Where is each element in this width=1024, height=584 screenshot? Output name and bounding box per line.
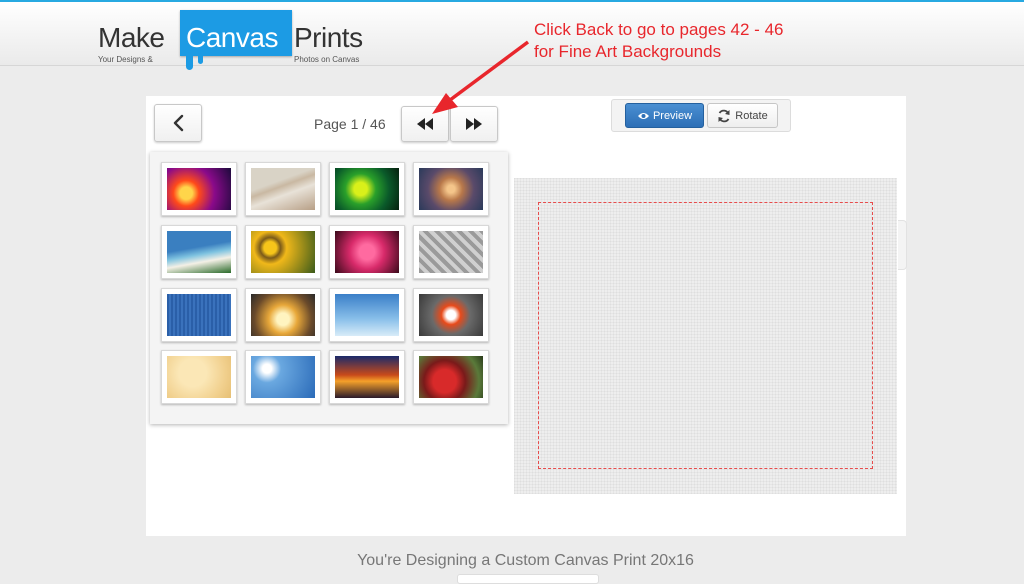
thumbnail-image [419, 356, 483, 398]
thumbnail-image [167, 294, 231, 336]
thumb-sun-clouds[interactable] [245, 350, 321, 404]
thumbnail-image [419, 168, 483, 210]
logo-make-text: Make [98, 22, 165, 53]
thumbnail-image [251, 356, 315, 398]
thumbnail-image [167, 231, 231, 273]
thumb-splash-ball[interactable] [413, 288, 489, 342]
page-indicator: Page 1 / 46 [314, 116, 386, 132]
safe-zone-guide [538, 202, 873, 469]
site-header: Make Canvas Prints Your Designs & Photos… [0, 0, 1024, 70]
refresh-icon [718, 109, 730, 122]
thumbnail-image [167, 168, 231, 210]
fast-forward-button[interactable] [450, 106, 498, 142]
thumb-blue-denim[interactable] [161, 288, 237, 342]
thumb-swirl[interactable] [413, 162, 489, 216]
thumb-sunflowers[interactable] [245, 225, 321, 279]
thumb-abstract-light[interactable] [161, 162, 237, 216]
thumbnail-image [251, 168, 315, 210]
preview-button[interactable]: Preview [625, 103, 704, 128]
fast-forward-icon [466, 118, 482, 130]
chevron-left-icon [173, 114, 184, 132]
thumb-tropical-beach[interactable] [161, 225, 237, 279]
thumb-diamond-plate[interactable] [413, 225, 489, 279]
thumb-red-car[interactable] [413, 350, 489, 404]
logo-drip [186, 54, 193, 70]
logo-drip [198, 54, 203, 64]
thumbnail-image [419, 294, 483, 336]
logo-prints-text: Prints [294, 22, 363, 53]
thumb-sunset[interactable] [329, 350, 405, 404]
rotate-label: Rotate [735, 109, 768, 122]
thumbnail-image [419, 231, 483, 273]
side-panel-tab[interactable] [898, 220, 907, 270]
thumbnail-image [251, 231, 315, 273]
thumbnail-image [335, 356, 399, 398]
fast-backward-icon [417, 118, 433, 130]
thumbnail-image [335, 168, 399, 210]
logo-tagline-right: Photos on Canvas [294, 55, 360, 64]
background-gallery [150, 152, 508, 424]
rewind-button[interactable] [401, 106, 449, 142]
logo-tagline-left: Your Designs & [98, 55, 153, 64]
thumb-heart-hands[interactable] [245, 288, 321, 342]
thumbnail-image [167, 356, 231, 398]
rotate-button[interactable]: Rotate [707, 103, 778, 128]
thumb-beach-shore[interactable] [245, 162, 321, 216]
thumb-parchment[interactable] [161, 350, 237, 404]
logo[interactable]: Make Canvas Prints Your Designs & Photos… [98, 10, 368, 72]
design-status-text: You're Designing a Custom Canvas Print 2… [357, 552, 694, 569]
annotation-line-2: for Fine Art Backgrounds [534, 42, 722, 61]
annotation-callout: Click Back to go to pages 42 - 46 for Fi… [534, 19, 783, 63]
thumb-green-mosaic[interactable] [329, 162, 405, 216]
thumbnail-image [335, 231, 399, 273]
back-button[interactable] [154, 104, 202, 142]
thumb-pink-hearts[interactable] [329, 225, 405, 279]
thumb-jets-sky[interactable] [329, 288, 405, 342]
thumbnail-image [335, 294, 399, 336]
preview-label: Preview [652, 109, 693, 122]
thumbnail-image [251, 294, 315, 336]
footer-button[interactable] [457, 574, 599, 584]
annotation-line-1: Click Back to go to pages 42 - 46 [534, 20, 784, 39]
eye-icon [637, 112, 649, 119]
logo-canvas-text: Canvas [186, 22, 278, 53]
